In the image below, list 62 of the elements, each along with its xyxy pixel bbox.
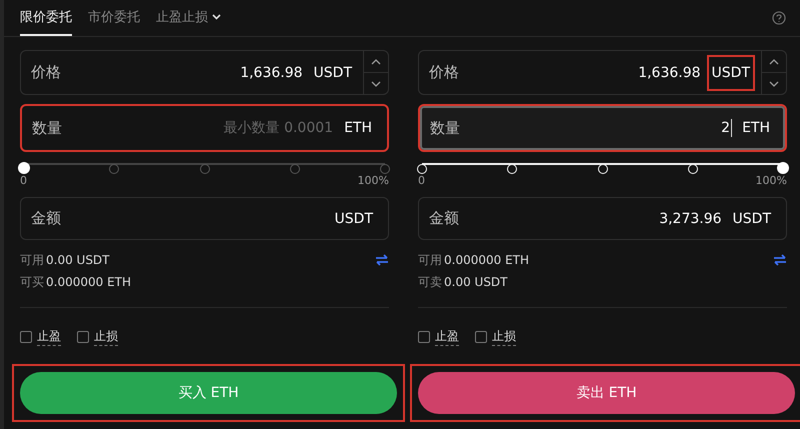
- balance-value: 0.00 USDT: [444, 275, 508, 289]
- field-value: 3,273.96: [658, 210, 723, 226]
- chevron-down-icon: [371, 80, 381, 86]
- order-type-tab[interactable]: 市价委托: [88, 0, 140, 36]
- slider-tick[interactable]: [109, 164, 120, 174]
- unit-label: USDT: [334, 210, 374, 228]
- sell-button[interactable]: 卖出 ETH: [418, 372, 795, 414]
- text-cursor: [731, 119, 732, 137]
- field-value: 2: [720, 120, 732, 136]
- slider-thumb[interactable]: [777, 162, 789, 174]
- slider-min-label: 0: [418, 174, 425, 187]
- unit-label: USDT: [706, 54, 755, 90]
- price-field[interactable]: 价格 1,636.98 USDT: [418, 50, 787, 95]
- checkbox-label[interactable]: 止盈: [37, 328, 61, 346]
- slider-max-label: 100%: [756, 174, 787, 187]
- field-value: 1,636.98: [637, 64, 702, 80]
- slider-tick[interactable]: [380, 164, 390, 174]
- unit-label: USDT: [732, 210, 772, 228]
- chevron-down-icon: [769, 80, 779, 86]
- field-label: 数量: [430, 118, 460, 138]
- balance-value: 0.000000 ETH: [444, 253, 530, 267]
- quantity-field[interactable]: 数量 最小数量 0.0001 ETH: [20, 104, 389, 152]
- balance-label: 可用: [418, 252, 442, 268]
- checkbox[interactable]: [418, 331, 430, 343]
- checkbox[interactable]: [20, 331, 32, 343]
- amount-field[interactable]: 金额 USDT: [20, 197, 389, 240]
- checkbox-label[interactable]: 止损: [94, 328, 118, 346]
- slider-thumb[interactable]: [18, 162, 30, 174]
- field-label: 金额: [31, 209, 61, 228]
- balance-label: 可买: [20, 274, 44, 290]
- balance-label: 可卖: [418, 274, 442, 290]
- price-field[interactable]: 价格 1,636.98 USDT: [20, 50, 389, 95]
- order-type-tab[interactable]: 止盈止损: [156, 0, 221, 36]
- field-label: 价格: [429, 63, 459, 82]
- slider-max-label: 100%: [358, 174, 389, 187]
- slider-tick[interactable]: [200, 164, 210, 174]
- field-label: 数量: [32, 118, 62, 138]
- order-type-tab[interactable]: 限价委托: [20, 0, 72, 36]
- help-icon[interactable]: [772, 11, 786, 25]
- checkbox[interactable]: [77, 331, 89, 343]
- checkbox-label[interactable]: 止盈: [435, 328, 459, 346]
- unit-label: ETH: [741, 119, 771, 138]
- balance-value: 0.000000 ETH: [46, 275, 132, 289]
- chevron-down-icon: [212, 14, 221, 20]
- field-label: 金额: [429, 209, 459, 228]
- balance-value: 0.00 USDT: [46, 253, 110, 267]
- checkbox-label[interactable]: 止损: [492, 328, 516, 346]
- unit-label: USDT: [312, 64, 354, 82]
- slider-tick[interactable]: [290, 164, 300, 174]
- chevron-up-icon: [371, 58, 381, 64]
- checkbox[interactable]: [475, 331, 487, 343]
- field-placeholder: 最小数量 0.0001: [222, 119, 334, 137]
- swap-icon[interactable]: [375, 254, 389, 266]
- field-label: 价格: [31, 63, 61, 82]
- amount-field[interactable]: 金额 3,273.96 USDT: [418, 197, 787, 240]
- field-value: 1,636.98: [239, 64, 304, 80]
- balance-label: 可用: [20, 252, 44, 268]
- unit-label: ETH: [343, 119, 373, 138]
- quantity-field[interactable]: 数量 2 ETH: [418, 104, 787, 152]
- slider-min-label: 0: [20, 174, 27, 187]
- swap-icon[interactable]: [773, 254, 787, 266]
- chevron-up-icon: [769, 58, 779, 64]
